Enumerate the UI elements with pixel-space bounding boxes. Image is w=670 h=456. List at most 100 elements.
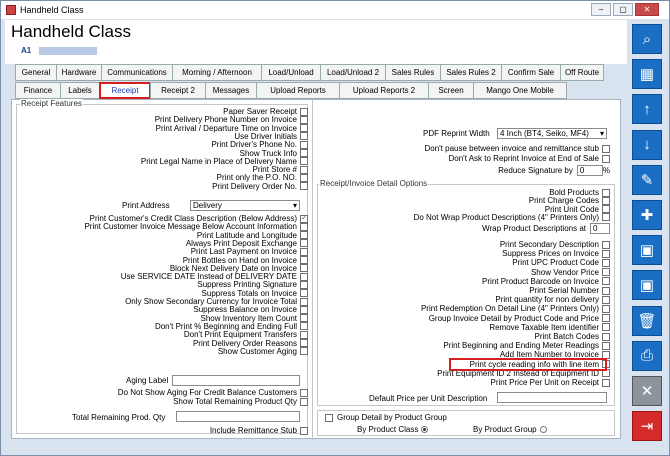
detail-print-unit-code-checkbox[interactable] bbox=[602, 205, 610, 214]
tab-confirm-sale[interactable]: Confirm Sale bbox=[501, 64, 561, 81]
detail-group-invoice-detail-by-product-code-and-price-checkbox[interactable] bbox=[602, 314, 610, 323]
aging-label-input[interactable] bbox=[172, 375, 300, 386]
detail-print-serial-number-checkbox[interactable] bbox=[602, 286, 610, 295]
tab-upload-reports-2[interactable]: Upload Reports 2 bbox=[339, 82, 429, 99]
wrap-descriptions-input[interactable]: 0 bbox=[590, 223, 610, 234]
tab-sales-rules-2[interactable]: Sales Rules 2 bbox=[440, 64, 502, 81]
tab-receipt[interactable]: Receipt bbox=[99, 82, 151, 99]
suppress-balance-on-invoice-checkbox[interactable] bbox=[300, 305, 308, 314]
detail-print-charge-codes-checkbox[interactable] bbox=[602, 196, 610, 205]
tab-communications[interactable]: Communications bbox=[101, 64, 173, 81]
tab-morning-afternoon[interactable]: Morning / Afternoon bbox=[172, 64, 262, 81]
up-button[interactable]: ↑ bbox=[632, 94, 662, 125]
show-truck-info-checkbox[interactable] bbox=[300, 149, 308, 157]
add-button[interactable]: ✚ bbox=[632, 200, 662, 230]
detail-print-beginning-and-ending-meter-readings-row: Print Beginning and Ending Meter Reading… bbox=[443, 341, 610, 350]
tab-general[interactable]: General bbox=[15, 64, 57, 81]
save-new-button[interactable]: ▣ bbox=[632, 235, 662, 266]
tab-receipt-2[interactable]: Receipt 2 bbox=[150, 82, 206, 99]
detail-print-upc-product-code-checkbox[interactable] bbox=[602, 258, 610, 267]
save-new-icon: ▣ bbox=[639, 242, 655, 260]
detail-bold-products-checkbox[interactable] bbox=[602, 188, 610, 197]
tab-upload-reports[interactable]: Upload Reports bbox=[256, 82, 340, 99]
print-last-payment-on-invoice-checkbox[interactable] bbox=[300, 247, 308, 256]
exit-button[interactable]: ⇥ bbox=[632, 411, 662, 442]
tab-load-unload-2[interactable]: Load/Unload 2 bbox=[320, 64, 386, 81]
do-not-show-aging-for-credit-balance-customers-checkbox[interactable] bbox=[300, 388, 308, 397]
tab-finance[interactable]: Finance bbox=[15, 82, 61, 99]
block-next-delivery-date-on-invoice-checkbox[interactable] bbox=[300, 264, 308, 273]
detail-suppress-prices-on-invoice-checkbox[interactable] bbox=[602, 249, 610, 258]
use-driver-initials-checkbox[interactable] bbox=[300, 132, 308, 141]
down-button[interactable]: ↓ bbox=[632, 129, 662, 160]
detail-print-beginning-and-ending-meter-readings-checkbox[interactable] bbox=[602, 341, 610, 350]
show-inventory-item-count-checkbox[interactable] bbox=[300, 314, 308, 323]
include-remittance-stub-label: Include Remittance Stub bbox=[209, 426, 297, 435]
print-delivery-phone-number-on-invoice-checkbox[interactable] bbox=[300, 115, 308, 124]
print-delivery-order-no-label: Print Delivery Order No. bbox=[212, 181, 297, 191]
close-button[interactable]: ✕ bbox=[635, 3, 659, 16]
group-detail-checkbox[interactable] bbox=[325, 413, 333, 422]
don-t-print-equipment-transfers-checkbox[interactable] bbox=[300, 330, 308, 339]
down-icon: ↓ bbox=[643, 136, 651, 154]
detail-print-price-per-unit-on-receipt-checkbox[interactable] bbox=[602, 378, 610, 387]
only-show-secondary-currency-for-invoice-total-checkbox[interactable] bbox=[300, 297, 308, 306]
print-legal-name-in-place-of-delivery-name-checkbox[interactable] bbox=[300, 157, 308, 166]
tab-messages[interactable]: Messages bbox=[205, 82, 257, 99]
suppress-printing-signature-checkbox[interactable] bbox=[300, 280, 308, 289]
tab-load-unload[interactable]: Load/Unload bbox=[261, 64, 321, 81]
search-button[interactable]: ⌕ bbox=[632, 24, 662, 54]
include-remittance-stub-checkbox[interactable] bbox=[300, 426, 308, 435]
show-customer-aging-checkbox[interactable] bbox=[300, 347, 308, 356]
tab-sales-rules[interactable]: Sales Rules bbox=[385, 64, 441, 81]
print-latitude-and-longitude-checkbox[interactable] bbox=[300, 231, 308, 240]
print-customer-s-credit-class-description-below-address-checkbox[interactable] bbox=[300, 213, 308, 223]
print-button[interactable]: ⎙ bbox=[632, 340, 662, 371]
tab-mango-one-mobile[interactable]: Mango One Mobile bbox=[473, 82, 567, 99]
use-service-date-instead-of-delivery-date-checkbox[interactable] bbox=[300, 272, 308, 281]
by-product-group-radio[interactable] bbox=[539, 426, 547, 433]
paper-saver-receipt-checkbox[interactable] bbox=[300, 107, 308, 116]
detail-remove-taxable-item-identifier-checkbox[interactable] bbox=[602, 323, 610, 332]
detail-print-product-barcode-on-invoice-checkbox[interactable] bbox=[602, 277, 610, 286]
print-only-the-p-o-no-checkbox[interactable] bbox=[300, 173, 308, 182]
detail-print-quantity-for-non-delivery-checkbox[interactable] bbox=[602, 295, 610, 304]
print-driver-s-phone-no-checkbox[interactable] bbox=[300, 140, 308, 149]
print-arrival-departure-time-on-invoice-checkbox[interactable] bbox=[300, 124, 308, 133]
detail-print-secondary-description-checkbox[interactable] bbox=[602, 240, 610, 249]
show-total-remaining-product-qty-checkbox[interactable] bbox=[300, 397, 308, 406]
exit-icon: ⇥ bbox=[640, 418, 654, 436]
edit-button[interactable]: ✎ bbox=[632, 164, 662, 195]
pdf-reprint-select[interactable]: 4 Inch (BT4, Seiko, MF4) ▾ bbox=[497, 128, 607, 139]
print-bottles-on-hand-on-invoice-checkbox[interactable] bbox=[300, 256, 308, 264]
reduce-signature-input[interactable]: 0 bbox=[576, 165, 603, 176]
by-product-class-radio[interactable] bbox=[421, 426, 429, 433]
detail-show-vendor-price-checkbox[interactable] bbox=[602, 268, 610, 277]
don-t-ask-to-reprint-invoice-at-end-of-sale-checkbox[interactable] bbox=[602, 154, 610, 163]
save-button[interactable]: ▣ bbox=[632, 270, 662, 301]
print-delivery-order-no-checkbox[interactable] bbox=[300, 182, 308, 191]
print-customer-invoice-message-below-account-information-checkbox[interactable] bbox=[300, 222, 308, 231]
don-t-pause-between-invoice-and-remittance-stub-checkbox[interactable] bbox=[602, 144, 610, 153]
maximize-button[interactable]: ▢ bbox=[613, 3, 633, 16]
tab-labels[interactable]: Labels bbox=[60, 82, 100, 99]
detail-print-batch-codes-checkbox[interactable] bbox=[602, 332, 610, 341]
print-delivery-order-reasons-checkbox[interactable] bbox=[300, 339, 308, 347]
always-print-deposit-exchange-checkbox[interactable] bbox=[300, 239, 308, 248]
grid-button[interactable]: ▦ bbox=[632, 59, 662, 90]
delete-button[interactable]: 🗑 bbox=[632, 305, 662, 336]
don-t-print-beginning-and-ending-full-checkbox[interactable] bbox=[300, 322, 308, 331]
print-store-checkbox[interactable] bbox=[300, 165, 308, 174]
suppress-totals-on-invoice-checkbox[interactable] bbox=[300, 289, 308, 298]
tab-off-route[interactable]: Off Route bbox=[560, 64, 604, 81]
default-price-input[interactable] bbox=[497, 392, 607, 403]
print-address-select[interactable]: Delivery ▾ bbox=[190, 200, 300, 211]
cancel-button[interactable]: ✕ bbox=[632, 376, 662, 406]
total-remaining-input[interactable] bbox=[176, 411, 300, 422]
tab-hardware[interactable]: Hardware bbox=[56, 64, 102, 81]
detail-do-not-wrap-product-descriptions-4-printers-only-checkbox[interactable] bbox=[602, 213, 610, 222]
tab-screen[interactable]: Screen bbox=[428, 82, 474, 99]
detail-print-redemption-on-detail-line-4-printers-only-checkbox[interactable] bbox=[602, 304, 610, 313]
minimize-button[interactable]: – bbox=[591, 3, 611, 16]
total-remaining-row: Total Remaining Prod. Qty bbox=[72, 413, 165, 422]
